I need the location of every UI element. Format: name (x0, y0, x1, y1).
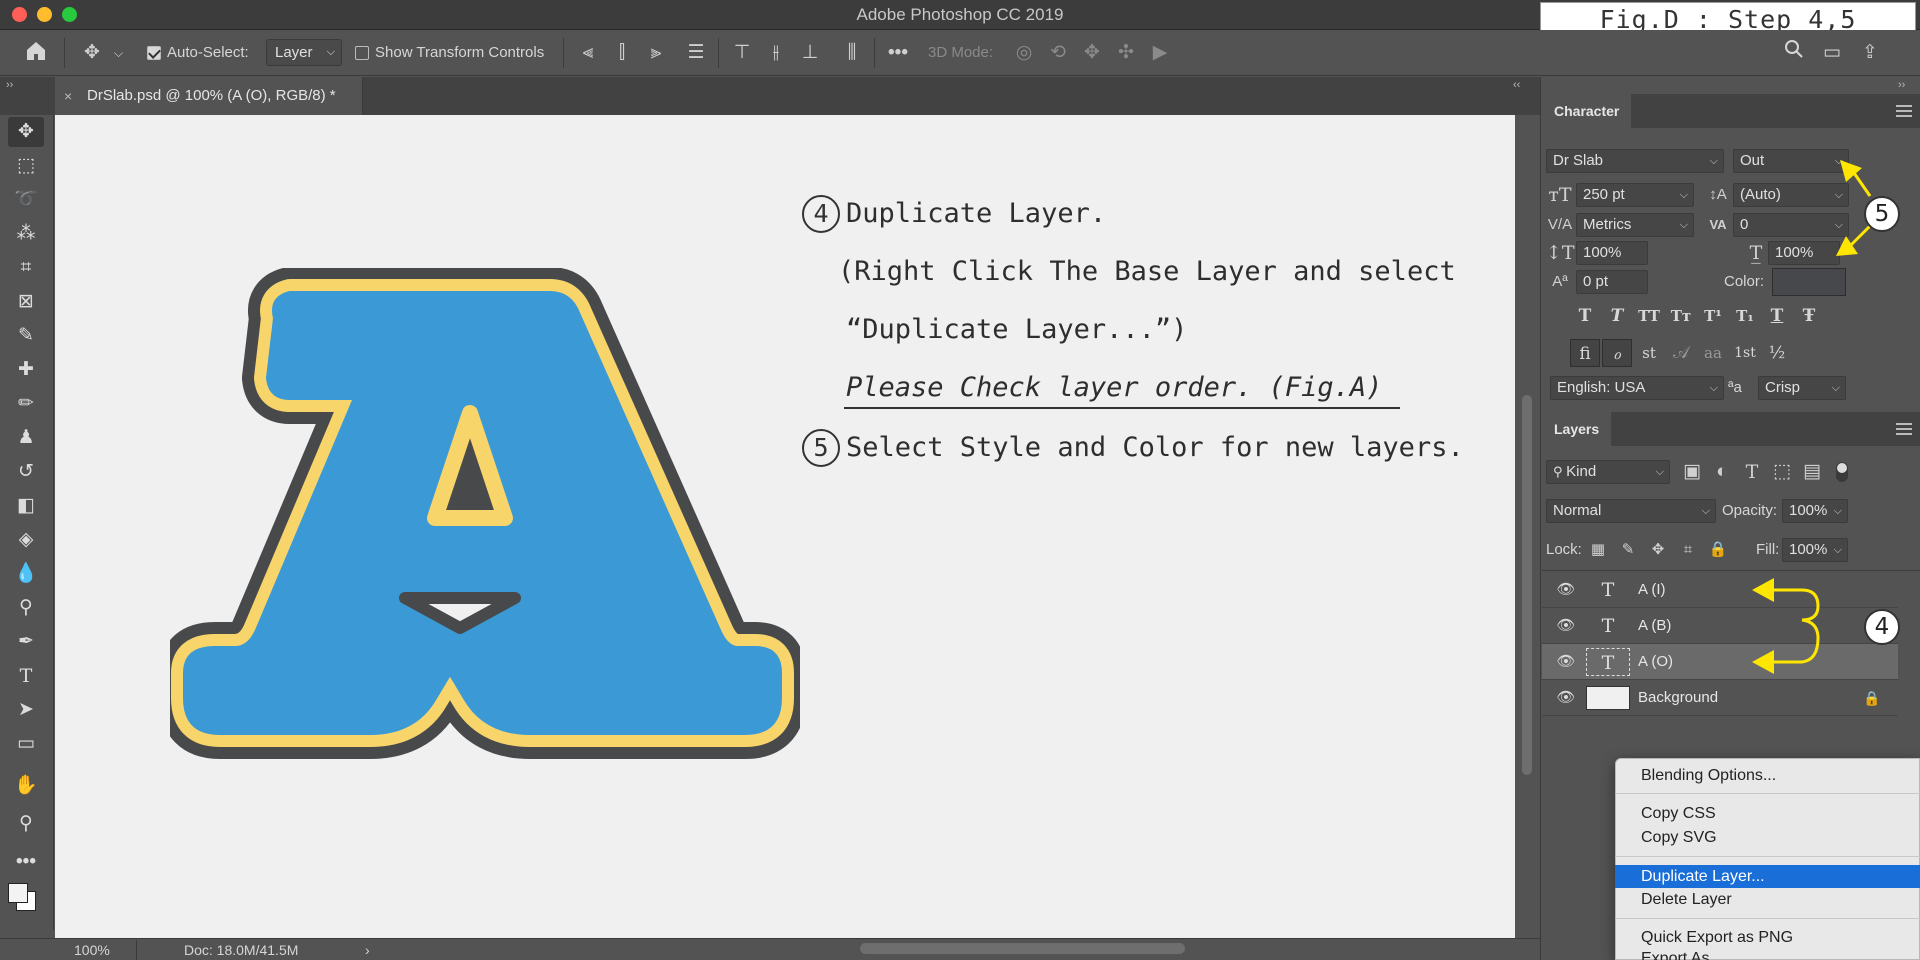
blur-tool[interactable]: 💧 (8, 559, 44, 589)
menu-item-delete-layer[interactable]: Delete Layer (1615, 888, 1920, 911)
3d-slide-icon[interactable]: ✣ (1112, 39, 1140, 67)
move-tool-preset-icon[interactable]: ✥ (78, 39, 106, 67)
healing-tool[interactable]: ✚ (8, 355, 44, 385)
3d-pan-icon[interactable]: ✥ (1078, 39, 1106, 67)
eraser-tool[interactable]: ◧ (8, 491, 44, 521)
type-tool[interactable]: T (8, 661, 44, 691)
stamp-tool[interactable]: ♟ (8, 423, 44, 453)
document-tab[interactable]: DrSlab.psd @ 100% (A (O), RGB/8) * (55, 77, 363, 115)
zoom-level[interactable]: 100% (74, 939, 110, 960)
distribute-icon[interactable]: ☰ (682, 39, 710, 67)
history-brush-tool[interactable]: ↺ (8, 457, 44, 487)
auto-select-checkbox[interactable] (147, 46, 161, 60)
vertical-scroll-thumb[interactable] (1522, 395, 1532, 775)
menu-item-duplicate-layer[interactable]: Duplicate Layer... (1615, 865, 1920, 888)
align-bottom-icon[interactable]: ⊥ (796, 39, 824, 67)
tab-character[interactable]: Character (1542, 94, 1632, 128)
menu-item-export-as[interactable]: Export As... (1615, 949, 1920, 960)
3d-roll-icon[interactable]: ⟲ (1044, 39, 1072, 67)
auto-select-label: Auto-Select: (167, 44, 249, 61)
menu-item-copy-svg[interactable]: Copy SVG (1615, 826, 1920, 849)
collapse-toolbar-icon[interactable]: ›› (6, 79, 13, 91)
eyedropper-tool[interactable]: ✎ (8, 321, 44, 351)
align-right-icon[interactable]: ⫸ (642, 39, 670, 67)
pen-tool[interactable]: ✒ (8, 627, 44, 657)
color-swatches[interactable] (8, 883, 36, 911)
move-tool[interactable]: ✥ (8, 117, 44, 147)
hand-tool[interactable]: ✋ (8, 771, 44, 801)
home-icon[interactable] (22, 39, 50, 67)
step5-number: 5 (802, 429, 840, 467)
align-top-icon[interactable]: ⊤ (728, 39, 756, 67)
document-info[interactable]: Doc: 18.0M/41.5M (184, 939, 298, 960)
annotation-arrows (1752, 160, 1872, 674)
align-left-icon[interactable]: ⫷ (574, 39, 602, 67)
collapse-panels-icon[interactable]: ‹‹ (1513, 79, 1520, 91)
step4-note: Please Check layer order. (Fig.A) (846, 372, 1383, 403)
dodge-tool[interactable]: ⚲ (8, 593, 44, 623)
letter-a-artwork (170, 268, 800, 768)
lasso-tool[interactable]: ➰ (8, 185, 44, 215)
zoom-tool[interactable]: ⚲ (8, 809, 44, 839)
step4-line2: (Right Click The Base Layer and select (838, 256, 1456, 287)
more-tools[interactable]: ••• (8, 847, 44, 877)
3d-orbit-icon[interactable]: ◎ (1010, 39, 1038, 67)
show-transform-checkbox[interactable] (355, 46, 369, 60)
distribute-vertical-icon[interactable]: ⫼ (838, 39, 866, 67)
auto-select-value: Layer (275, 44, 313, 61)
auto-select-dropdown[interactable]: Layer ⌵ (266, 39, 342, 66)
character-panel-menu-icon[interactable] (1896, 105, 1912, 117)
3d-camera-icon[interactable]: ▶ (1146, 39, 1174, 67)
bucket-tool[interactable]: ◈ (8, 525, 44, 555)
path-select-tool[interactable]: ➤ (8, 695, 44, 725)
step4-line3: “Duplicate Layer...”) (846, 314, 1188, 345)
chevron-down-icon[interactable]: ⌵ (114, 30, 123, 76)
menu-item-copy-css[interactable]: Copy CSS (1615, 802, 1920, 825)
annotation-badge-5: 5 (1864, 196, 1900, 232)
status-menu-arrow[interactable]: › (365, 939, 370, 960)
rectangle-tool[interactable]: ▭ (8, 729, 44, 759)
3d-mode-label: 3D Mode: (928, 44, 994, 61)
brush-tool[interactable]: ✏ (8, 389, 44, 419)
step4-title: Duplicate Layer. (846, 198, 1107, 229)
quick-select-tool[interactable]: ⁂ (8, 219, 44, 249)
show-transform-label: Show Transform Controls (375, 44, 545, 61)
step4-number: 4 (802, 195, 840, 233)
frame-tool[interactable]: ⊠ (8, 287, 44, 317)
menu-item-blending-options[interactable]: Blending Options... (1615, 764, 1920, 787)
workspace-icon[interactable]: ▭ (1818, 39, 1846, 67)
note-underline (844, 407, 1400, 409)
close-tab-icon[interactable]: × (64, 77, 72, 115)
share-icon[interactable]: ⇪ (1856, 39, 1884, 67)
align-center-icon[interactable]: ⫿ (608, 39, 636, 67)
crop-tool[interactable]: ⌗ (8, 253, 44, 283)
search-icon[interactable] (1780, 39, 1808, 67)
menu-item-quick-export[interactable]: Quick Export as PNG (1615, 926, 1920, 949)
annotation-badge-4: 4 (1864, 609, 1900, 645)
step5-title: Select Style and Color for new layers. (846, 432, 1464, 463)
horizontal-scroll-thumb[interactable] (860, 943, 1185, 954)
marquee-tool[interactable]: ⬚ (8, 151, 44, 181)
expand-panels-icon[interactable]: ›› (1898, 79, 1905, 91)
more-options-icon[interactable]: ••• (884, 39, 912, 67)
align-middle-icon[interactable]: ⫲ (762, 39, 790, 67)
